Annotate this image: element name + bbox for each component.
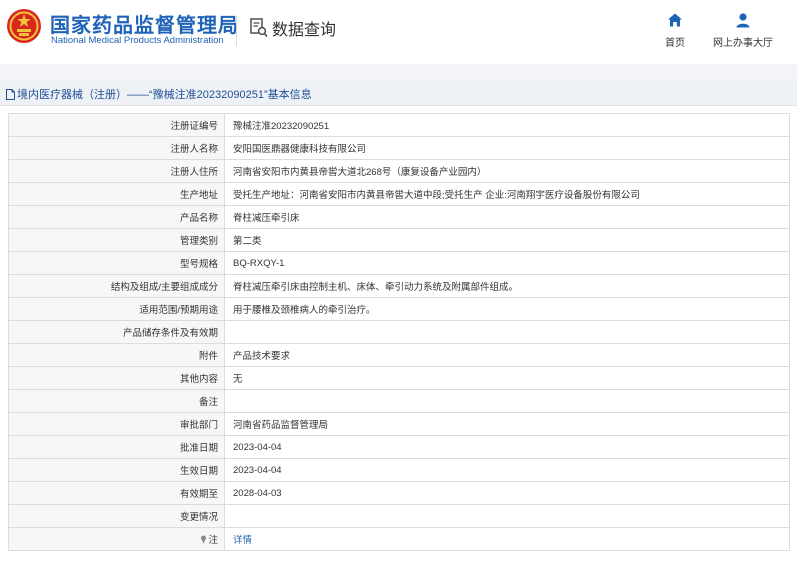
site-header: 国家药品监督管理局 National Medical Products Admi… <box>0 0 797 64</box>
table-row: 产品储存条件及有效期 <box>8 320 790 344</box>
row-label: 适用范围/预期用途 <box>8 297 225 321</box>
nav-home-label: 首页 <box>665 38 685 49</box>
user-icon <box>736 13 750 28</box>
header-divider <box>236 16 237 46</box>
national-emblem-icon <box>7 9 41 43</box>
row-value: 豫械注准20232090251 <box>224 113 790 137</box>
row-label: 生效日期 <box>8 458 225 482</box>
row-label: 产品储存条件及有效期 <box>8 320 225 344</box>
row-label: 审批部门 <box>8 412 225 436</box>
row-label: 注册人住所 <box>8 159 225 183</box>
table-row-note: 注 详情 <box>8 527 790 551</box>
table-row: 注册证编号 豫械注准20232090251 <box>8 113 790 137</box>
nav-online-service[interactable]: 网上办事大厅 <box>708 12 778 49</box>
row-label: 其他内容 <box>8 366 225 390</box>
row-value: 无 <box>224 366 790 390</box>
table-row: 注册人名称 安阳国医鼎器健康科技有限公司 <box>8 136 790 160</box>
row-value <box>224 504 790 528</box>
table-row: 产品名称 脊柱减压牵引床 <box>8 205 790 229</box>
row-label: 型号规格 <box>8 251 225 275</box>
table-row: 适用范围/预期用途 用于腰椎及颈椎病人的牵引治疗。 <box>8 297 790 321</box>
row-label: 附件 <box>8 343 225 367</box>
row-label: 备注 <box>8 389 225 413</box>
row-value <box>224 320 790 344</box>
row-value: 受托生产地址：河南省安阳市内黄县帝喾大道中段;受托生产 企业:河南翔宇医疗设备股… <box>224 182 790 206</box>
table-row: 其他内容无 <box>8 366 790 390</box>
row-label: 批准日期 <box>8 435 225 459</box>
row-value: 产品技术要求 <box>224 343 790 367</box>
row-value: 2023-04-04 <box>224 435 790 459</box>
row-label-note: 注 <box>8 527 225 551</box>
row-label: 注册证编号 <box>8 113 225 137</box>
data-query-link[interactable]: 数据查询 <box>250 16 336 40</box>
detail-table: 注册证编号 豫械注准20232090251 注册人名称 安阳国医鼎器健康科技有限公司注… <box>8 113 790 551</box>
section-title: 境内医疗器械（注册）——“豫械注准20232090251”基本信息 <box>6 86 312 102</box>
row-value: 脊柱减压牵引床由控制主机、床体、牵引动力系统及附属部件组成。 <box>224 274 790 298</box>
row-label: 结构及组成/主要组成成分 <box>8 274 225 298</box>
row-label: 产品名称 <box>8 205 225 229</box>
row-value: 2023-04-04 <box>224 458 790 482</box>
row-value: 河南省药品监督管理局 <box>224 412 790 436</box>
table-row: 批准日期 2023-04-04 <box>8 435 790 459</box>
table-row: 生产地址 受托生产地址：河南省安阳市内黄县帝喾大道中段;受托生产 企业:河南翔宇医… <box>8 182 790 206</box>
note-label: 注 <box>208 535 218 546</box>
row-label: 变更情况 <box>8 504 225 528</box>
row-label: 注册人名称 <box>8 136 225 160</box>
row-value <box>224 389 790 413</box>
detail-link[interactable]: 详情 <box>233 535 252 546</box>
row-value: 河南省安阳市内黄县帝喾大道北268号（康复设备产业园内） <box>224 159 790 183</box>
doc-search-icon <box>250 18 268 38</box>
row-label: 有效期至 <box>8 481 225 505</box>
note-row-body: 注 详情 <box>8 527 790 551</box>
nav-home[interactable]: 首页 <box>660 12 690 49</box>
table-row: 备注 <box>8 389 790 413</box>
table-row: 结构及组成/主要组成成分 脊柱减压牵引床由控制主机、床体、牵引动力系统及附属部件组… <box>8 274 790 298</box>
table-row: 附件 产品技术要求 <box>8 343 790 367</box>
table-row: 生效日期 2023-04-04 <box>8 458 790 482</box>
row-value: 脊柱减压牵引床 <box>224 205 790 229</box>
pin-icon <box>201 535 207 544</box>
org-name-cn: 国家药品监督管理局 <box>50 15 239 37</box>
table-row: 有效期至 2028-04-03 <box>8 481 790 505</box>
row-value: 第二类 <box>224 228 790 252</box>
org-name-en: National Medical Products Administration <box>51 35 224 46</box>
detail-table-body: 注册证编号 豫械注准20232090251 注册人名称 安阳国医鼎器健康科技有限公司注… <box>8 113 790 528</box>
row-value: BQ-RXQY-1 <box>224 251 790 275</box>
document-icon <box>6 88 15 100</box>
detail-table-wrap: 注册证编号 豫械注准20232090251 注册人名称 安阳国医鼎器健康科技有限公司注… <box>8 113 790 551</box>
nav-online-service-label: 网上办事大厅 <box>713 38 773 49</box>
table-row: 变更情况 <box>8 504 790 528</box>
row-label: 管理类别 <box>8 228 225 252</box>
row-value-note: 详情 <box>224 527 790 551</box>
section-title-text: 境内医疗器械（注册）——“豫械注准20232090251”基本信息 <box>17 89 312 101</box>
section-bar: 境内医疗器械（注册）——“豫械注准20232090251”基本信息 <box>0 81 797 106</box>
home-icon <box>668 13 682 27</box>
row-value: 2028-04-03 <box>224 481 790 505</box>
table-row: 注册人住所 河南省安阳市内黄县帝喾大道北268号（康复设备产业园内） <box>8 159 790 183</box>
table-row: 管理类别 第二类 <box>8 228 790 252</box>
row-value: 安阳国医鼎器健康科技有限公司 <box>224 136 790 160</box>
header-gap <box>0 64 797 81</box>
table-row: 型号规格 BQ-RXQY-1 <box>8 251 790 275</box>
table-row: 审批部门 河南省药品监督管理局 <box>8 412 790 436</box>
row-label: 生产地址 <box>8 182 225 206</box>
row-value: 用于腰椎及颈椎病人的牵引治疗。 <box>224 297 790 321</box>
data-query-label: 数据查询 <box>272 22 337 39</box>
